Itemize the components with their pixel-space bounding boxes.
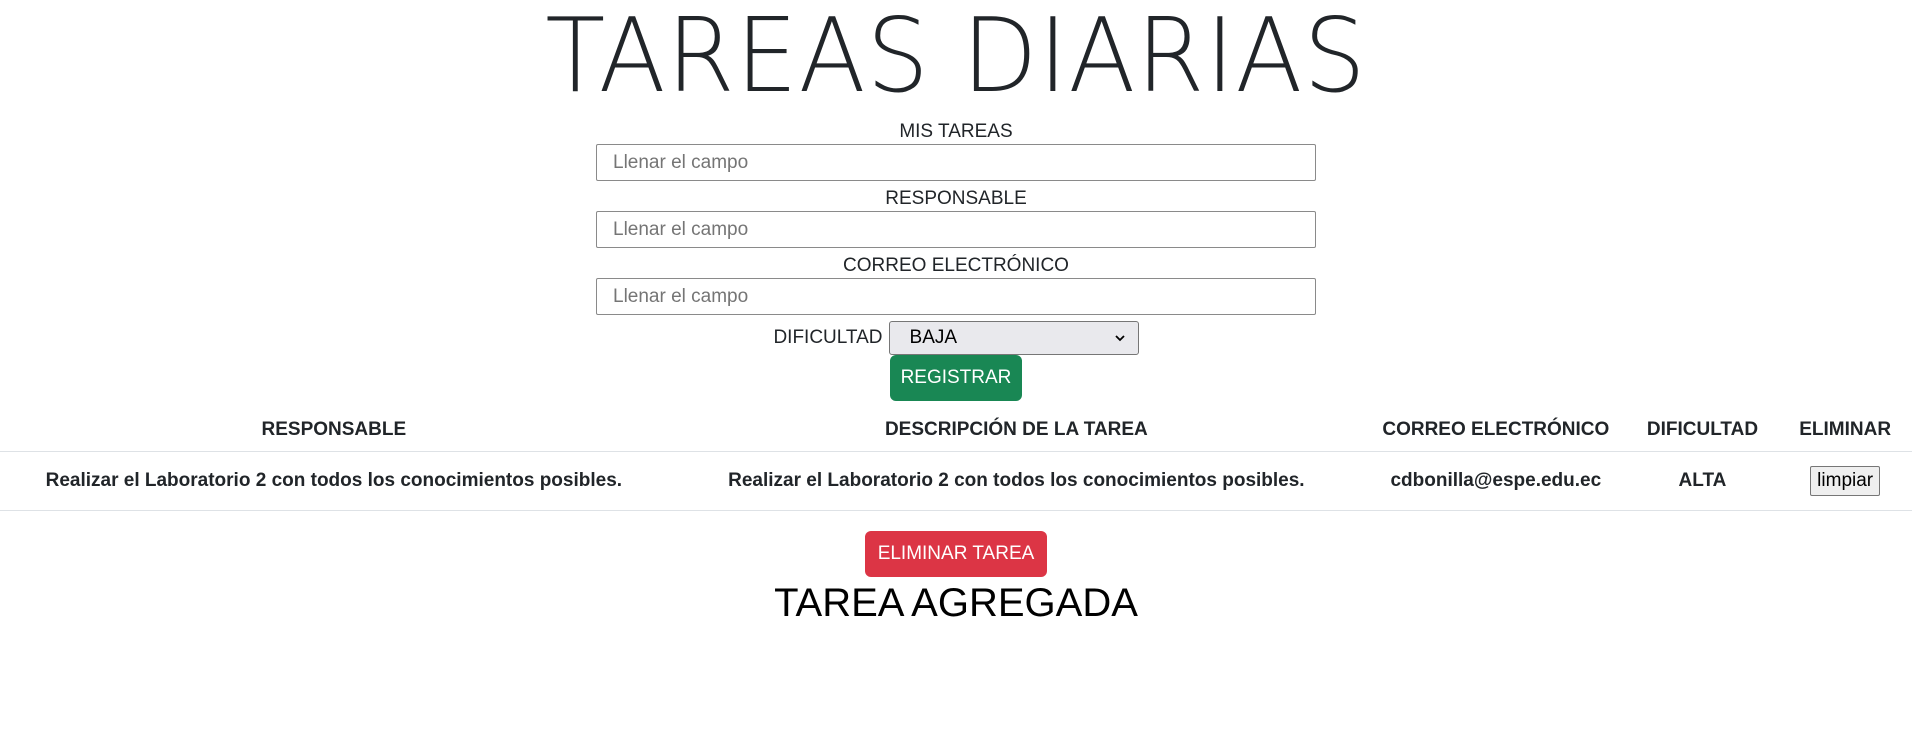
dificultad-label: DIFICULTAD (773, 327, 883, 348)
cell-descripcion: Realizar el Laboratorio 2 con todos los … (667, 451, 1366, 511)
header-eliminar: ELIMINAR (1778, 409, 1912, 452)
tareas-label: MIS TAREAS (899, 121, 1013, 142)
cell-dificultad: ALTA (1626, 451, 1779, 511)
table-row: Realizar el Laboratorio 2 con todos los … (0, 451, 1912, 511)
tareas-input[interactable] (596, 144, 1316, 181)
tasks-table: RESPONSABLE DESCRIPCIÓN DE LA TAREA CORR… (0, 409, 1912, 511)
status-message: TAREA AGREGADA (774, 581, 1138, 625)
correo-label: CORREO ELECTRÓNICO (843, 255, 1069, 276)
header-responsable: RESPONSABLE (0, 409, 668, 452)
limpiar-button[interactable]: limpiar (1810, 466, 1881, 496)
page: TAREAS DIARIAS MIS TAREAS RESPONSABLE CO… (0, 0, 1912, 747)
cell-eliminar: limpiar (1778, 451, 1912, 511)
task-form: MIS TAREAS RESPONSABLE CORREO ELECTRÓNIC… (596, 120, 1316, 401)
responsable-label: RESPONSABLE (885, 188, 1027, 209)
delete-task-button[interactable]: ELIMINAR TAREA (865, 531, 1047, 577)
dificultad-row: DIFICULTAD BAJA (596, 321, 1316, 355)
register-button[interactable]: REGISTRAR (890, 355, 1022, 401)
header-correo: CORREO ELECTRÓNICO (1365, 409, 1627, 452)
cell-correo: cdbonilla@espe.edu.ec (1365, 451, 1627, 511)
dificultad-select[interactable]: BAJA (888, 321, 1139, 355)
header-dificultad: DIFICULTAD (1626, 409, 1779, 452)
chevron-down-icon (1114, 335, 1125, 342)
responsable-input[interactable] (596, 211, 1316, 248)
table-header-row: RESPONSABLE DESCRIPCIÓN DE LA TAREA CORR… (0, 409, 1912, 452)
cell-responsable: Realizar el Laboratorio 2 con todos los … (0, 451, 668, 511)
dificultad-selected-value: BAJA (909, 327, 958, 348)
page-title: TAREAS DIARIAS (545, 0, 1367, 116)
header-descripcion: DESCRIPCIÓN DE LA TAREA (667, 409, 1366, 452)
delete-wrap: ELIMINAR TAREA (0, 531, 1912, 577)
register-wrap: REGISTRAR (596, 355, 1316, 401)
correo-input[interactable] (596, 278, 1316, 315)
